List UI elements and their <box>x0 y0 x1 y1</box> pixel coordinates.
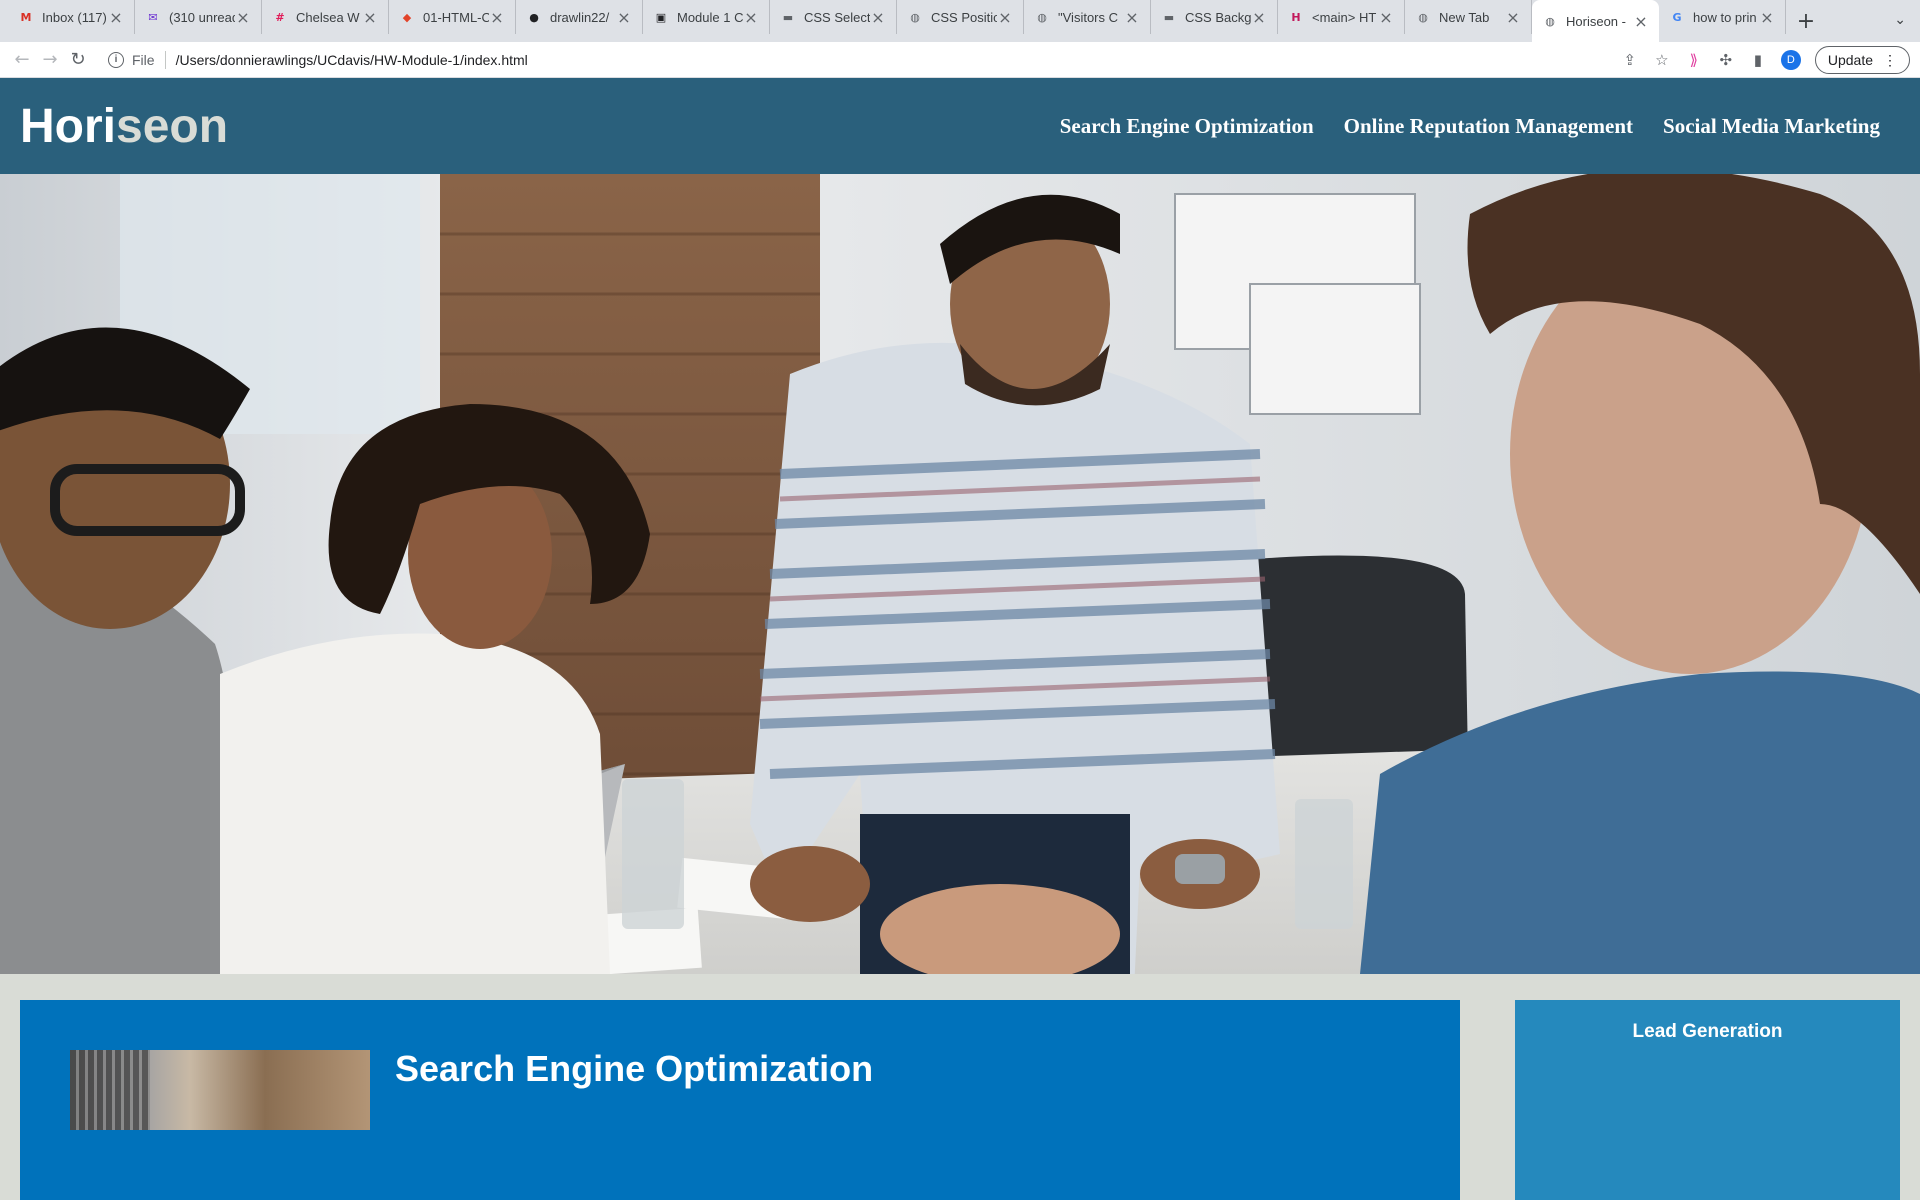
hero-illustration <box>0 174 1920 974</box>
browser-toolbar: ← → ↻ i File /Users/donnierawlings/UCdav… <box>0 42 1920 78</box>
benefits-aside: Lead Generation <box>1515 1000 1900 1200</box>
nav-link-reputation[interactable]: Online Reputation Management <box>1344 114 1633 139</box>
browser-tab[interactable]: ✉ (310 unread)× <box>135 0 262 34</box>
omnibox-divider <box>164 50 166 69</box>
tab-close-icon[interactable]: × <box>362 8 378 27</box>
github-icon: ● <box>529 10 539 24</box>
seo-thumbnail-image <box>70 1050 370 1130</box>
share-icon[interactable]: ⇪ <box>1621 51 1639 69</box>
tab-close-icon[interactable]: × <box>1633 12 1649 31</box>
tab-title: Inbox (117) <box>42 9 107 25</box>
slack-icon: # <box>275 10 285 24</box>
tab-title: drawlin22/ <box>550 9 610 25</box>
tab-close-icon[interactable]: × <box>1251 8 1267 27</box>
tab-title: CSS Backg <box>1185 9 1251 25</box>
site-logo[interactable]: Horiseon <box>20 99 228 154</box>
nav-link-social-media[interactable]: Social Media Marketing <box>1663 114 1880 139</box>
folder-icon: ▬ <box>1163 10 1175 24</box>
toolbar-actions: ⇪ ☆ ⟫ ✣ ▮ D Update ⋮ <box>1621 46 1910 74</box>
browser-tab[interactable]: ▣ Module 1 C × <box>643 0 770 34</box>
browser-tab[interactable]: H <main> HT × <box>1278 0 1405 34</box>
tab-title: New Tab <box>1439 9 1490 25</box>
logo-main-text: Hori <box>20 99 116 153</box>
update-button[interactable]: Update ⋮ <box>1814 46 1910 74</box>
url-text[interactable]: /Users/donnierawlings/UCdavis/HW-Module-… <box>176 52 528 68</box>
folder-icon: ▬ <box>782 10 794 24</box>
hero-image <box>0 174 1920 974</box>
update-label: Update <box>1827 52 1873 68</box>
tab-close-icon[interactable]: × <box>1378 8 1394 27</box>
browser-tab[interactable]: ◍ New Tab × <box>1405 0 1532 34</box>
logo-accent-text: seon <box>116 99 229 153</box>
browser-tab[interactable]: ▬ CSS Backg × <box>1151 0 1278 34</box>
site-info-icon[interactable]: i <box>108 51 124 68</box>
bootcamp-icon: ▣ <box>655 10 667 24</box>
tab-close-icon[interactable]: × <box>489 8 505 27</box>
gmail-icon: M <box>20 10 32 24</box>
forward-arrow-icon[interactable]: → <box>36 49 64 70</box>
tab-close-icon[interactable]: × <box>870 8 886 27</box>
google-icon: G <box>1672 10 1682 24</box>
tab-title: how to prin <box>1693 9 1757 25</box>
mdn-icon: H <box>1291 10 1301 24</box>
side-panel-icon[interactable]: ▮ <box>1749 51 1767 69</box>
tab-close-icon[interactable]: × <box>997 8 1013 27</box>
reload-icon[interactable]: ↻ <box>64 49 92 70</box>
globe-icon: ◍ <box>1545 14 1555 28</box>
content-section-title: Search Engine Optimization <box>395 1048 874 1089</box>
tab-close-icon[interactable]: × <box>1505 8 1521 27</box>
new-tab-button[interactable]: + <box>1786 4 1826 38</box>
aside-lead-generation-title: Lead Generation <box>1632 1021 1783 1042</box>
tabs-container: MInbox (117)×✉(310 unread)×#Chelsea W×◆0… <box>0 0 1786 42</box>
main-nav: Search Engine Optimization Online Reputa… <box>1060 114 1880 139</box>
browser-tab[interactable]: Ghow to prin × <box>1659 0 1786 34</box>
puzzle-extensions-icon[interactable]: ✣ <box>1717 51 1735 69</box>
browser-tab[interactable]: M Inbox (117) × <box>8 0 135 34</box>
browser-tab[interactable]: ◍ CSS Positio × <box>897 0 1024 34</box>
tab-title: "Visitors C <box>1058 9 1118 25</box>
browser-tab[interactable]: ▬ CSS Select × <box>770 0 897 34</box>
tab-title: 01-HTML-C <box>423 9 489 25</box>
tab-title: (310 unread) <box>169 9 235 25</box>
tab-title: CSS Select <box>804 9 870 25</box>
nav-link-seo[interactable]: Search Engine Optimization <box>1060 114 1314 139</box>
browser-tab[interactable]: # Chelsea W × <box>262 0 389 34</box>
tab-close-icon[interactable]: × <box>616 8 632 27</box>
tab-close-icon[interactable]: × <box>743 8 759 27</box>
address-bar[interactable]: i File /Users/donnierawlings/UCdavis/HW-… <box>100 45 1580 74</box>
extension-icon[interactable]: ⟫ <box>1685 51 1703 69</box>
globe-icon: ◍ <box>910 10 920 24</box>
browser-tab[interactable]: ◍ "Visitors C × <box>1024 0 1151 34</box>
tab-close-icon[interactable]: × <box>108 8 124 27</box>
browser-tab[interactable]: ● drawlin22/ × <box>516 0 643 34</box>
kebab-menu-icon: ⋮ <box>1883 51 1897 68</box>
tab-title: CSS Positio <box>931 9 997 25</box>
bookmark-star-icon[interactable]: ☆ <box>1653 51 1671 69</box>
browser-tab[interactable]: ◆ 01-HTML-C × <box>389 0 516 34</box>
tab-close-icon[interactable]: × <box>235 8 251 27</box>
site-header: Horiseon Search Engine Optimization Onli… <box>0 78 1920 174</box>
tab-title: Module 1 C <box>677 9 743 25</box>
tab-title: <main> HT <box>1312 9 1377 25</box>
tab-close-icon[interactable]: × <box>1759 8 1775 27</box>
profile-avatar[interactable]: D <box>1780 50 1801 70</box>
gitlab-icon: ◆ <box>402 10 412 24</box>
content-section-seo: Search Engine Optimization <box>20 1000 1460 1200</box>
browser-tab[interactable]: ◍ Horiseon - × <box>1532 0 1659 42</box>
chrome-icon: ◍ <box>1418 10 1428 24</box>
keyboard-graphic <box>70 1050 150 1130</box>
file-scheme-label: File <box>132 51 155 68</box>
tab-search-chevron-icon[interactable]: ⌄ <box>1894 12 1906 28</box>
tab-title: Chelsea W <box>296 9 360 25</box>
back-arrow-icon[interactable]: ← <box>8 49 36 70</box>
tab-close-icon[interactable]: × <box>1124 8 1140 27</box>
tab-title: Horiseon - <box>1566 13 1626 29</box>
globe-icon: ◍ <box>1037 10 1047 24</box>
mail-icon: ✉ <box>148 10 158 24</box>
browser-tab-strip: MInbox (117)×✉(310 unread)×#Chelsea W×◆0… <box>0 0 1920 42</box>
